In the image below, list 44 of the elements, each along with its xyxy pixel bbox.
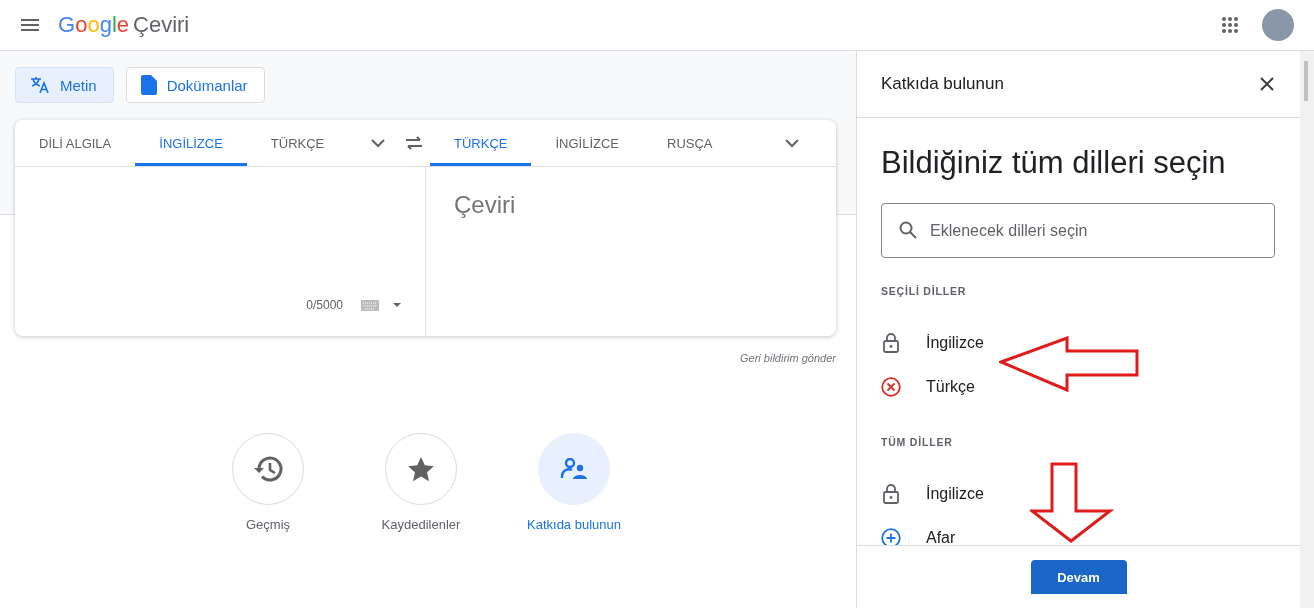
- chevron-down-icon[interactable]: [785, 138, 799, 148]
- language-name: Afar: [926, 529, 956, 545]
- source-language-tab[interactable]: İNGİLİZCE: [135, 120, 247, 166]
- target-language-tab[interactable]: TÜRKÇE: [430, 120, 532, 166]
- apps-grid-icon[interactable]: [1222, 17, 1238, 33]
- people-icon: [560, 458, 588, 480]
- translation-output-field[interactable]: Çeviri: [426, 167, 836, 336]
- shortcut-label[interactable]: Geçmiş: [245, 517, 291, 532]
- translate-icon: [30, 76, 50, 94]
- lock-icon: [881, 333, 901, 353]
- documents-mode-button[interactable]: Dokümanlar: [125, 67, 265, 103]
- dropdown-icon[interactable]: [393, 303, 401, 307]
- language-name: İngilizce: [926, 334, 984, 352]
- panel-heading: Bildiğiniz tüm dilleri seçin: [881, 145, 1227, 181]
- language-name: Türkçe: [926, 378, 975, 396]
- target-language-tab[interactable]: İNGİLİZCE: [531, 120, 644, 166]
- search-icon: [899, 221, 917, 239]
- close-icon[interactable]: [1260, 77, 1274, 91]
- text-mode-button[interactable]: Metin: [15, 67, 114, 103]
- source-language-tab[interactable]: DİLİ ALGILA: [15, 120, 136, 166]
- section-heading: SEÇİLİ DİLLER: [881, 285, 968, 297]
- star-icon: [408, 456, 434, 482]
- document-icon: [140, 75, 157, 95]
- menu-icon[interactable]: [21, 19, 39, 31]
- history-icon: [253, 455, 283, 483]
- source-language-tab[interactable]: TÜRKÇE: [246, 120, 349, 166]
- swap-icon[interactable]: [405, 136, 423, 150]
- feedback-link[interactable]: Geri bildirim gönder: [740, 352, 836, 364]
- target-language-tab[interactable]: RUSÇA: [643, 120, 737, 166]
- shortcut-label[interactable]: Katkıda bulunun: [527, 517, 621, 532]
- chevron-down-icon[interactable]: [371, 138, 385, 148]
- language-search-field[interactable]: Eklenecek dilleri seçin: [881, 203, 1275, 258]
- language-name: İngilizce: [926, 485, 984, 503]
- character-count: 0/5000: [306, 298, 343, 312]
- app-logo[interactable]: Google Çeviri: [58, 12, 190, 38]
- panel-title: Katkıda bulunun: [881, 74, 1004, 94]
- lock-icon: [881, 484, 901, 504]
- add-icon[interactable]: [881, 528, 901, 545]
- section-heading: TÜM DİLLER: [881, 436, 954, 448]
- remove-icon[interactable]: [881, 377, 901, 397]
- avatar[interactable]: [1262, 9, 1294, 41]
- shortcut-label[interactable]: Kaydedilenler: [381, 517, 461, 532]
- continue-button[interactable]: Devam: [1030, 560, 1127, 594]
- scrollbar[interactable]: [1300, 51, 1314, 608]
